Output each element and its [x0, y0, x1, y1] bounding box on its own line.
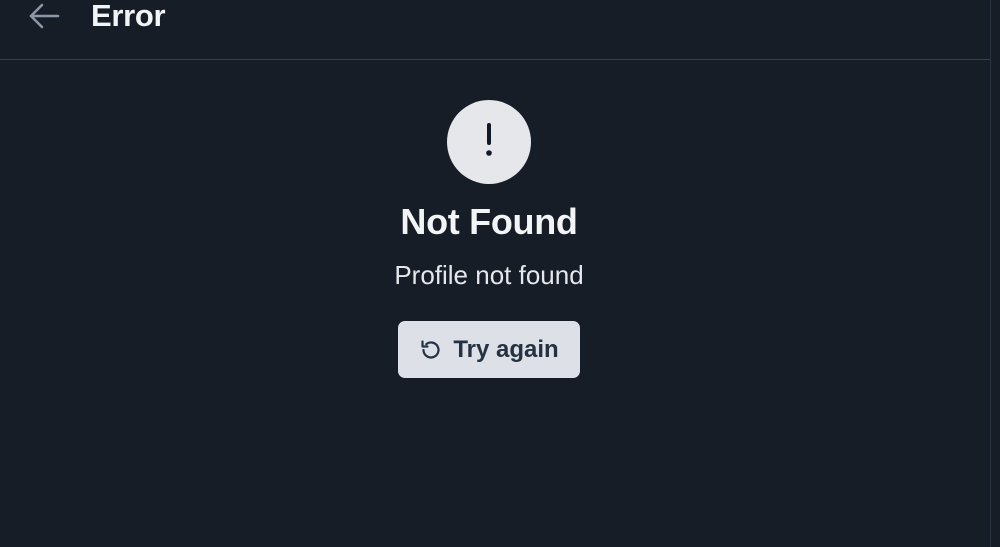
back-button[interactable] — [22, 0, 66, 32]
error-page: Error Not Found Profile not found Try ag… — [0, 0, 1000, 547]
refresh-icon — [419, 338, 443, 362]
exclamation-icon — [484, 120, 494, 165]
error-icon-circle — [447, 100, 531, 184]
header-bar: Error — [0, 0, 990, 60]
panel-divider — [990, 0, 991, 547]
error-message: Profile not found — [394, 260, 584, 290]
error-title: Not Found — [400, 201, 578, 242]
page-title: Error — [91, 0, 166, 33]
try-again-button[interactable]: Try again — [398, 321, 580, 378]
arrow-left-icon — [27, 3, 61, 29]
try-again-label: Try again — [453, 335, 559, 363]
error-content: Not Found Profile not found Try again — [0, 60, 990, 547]
